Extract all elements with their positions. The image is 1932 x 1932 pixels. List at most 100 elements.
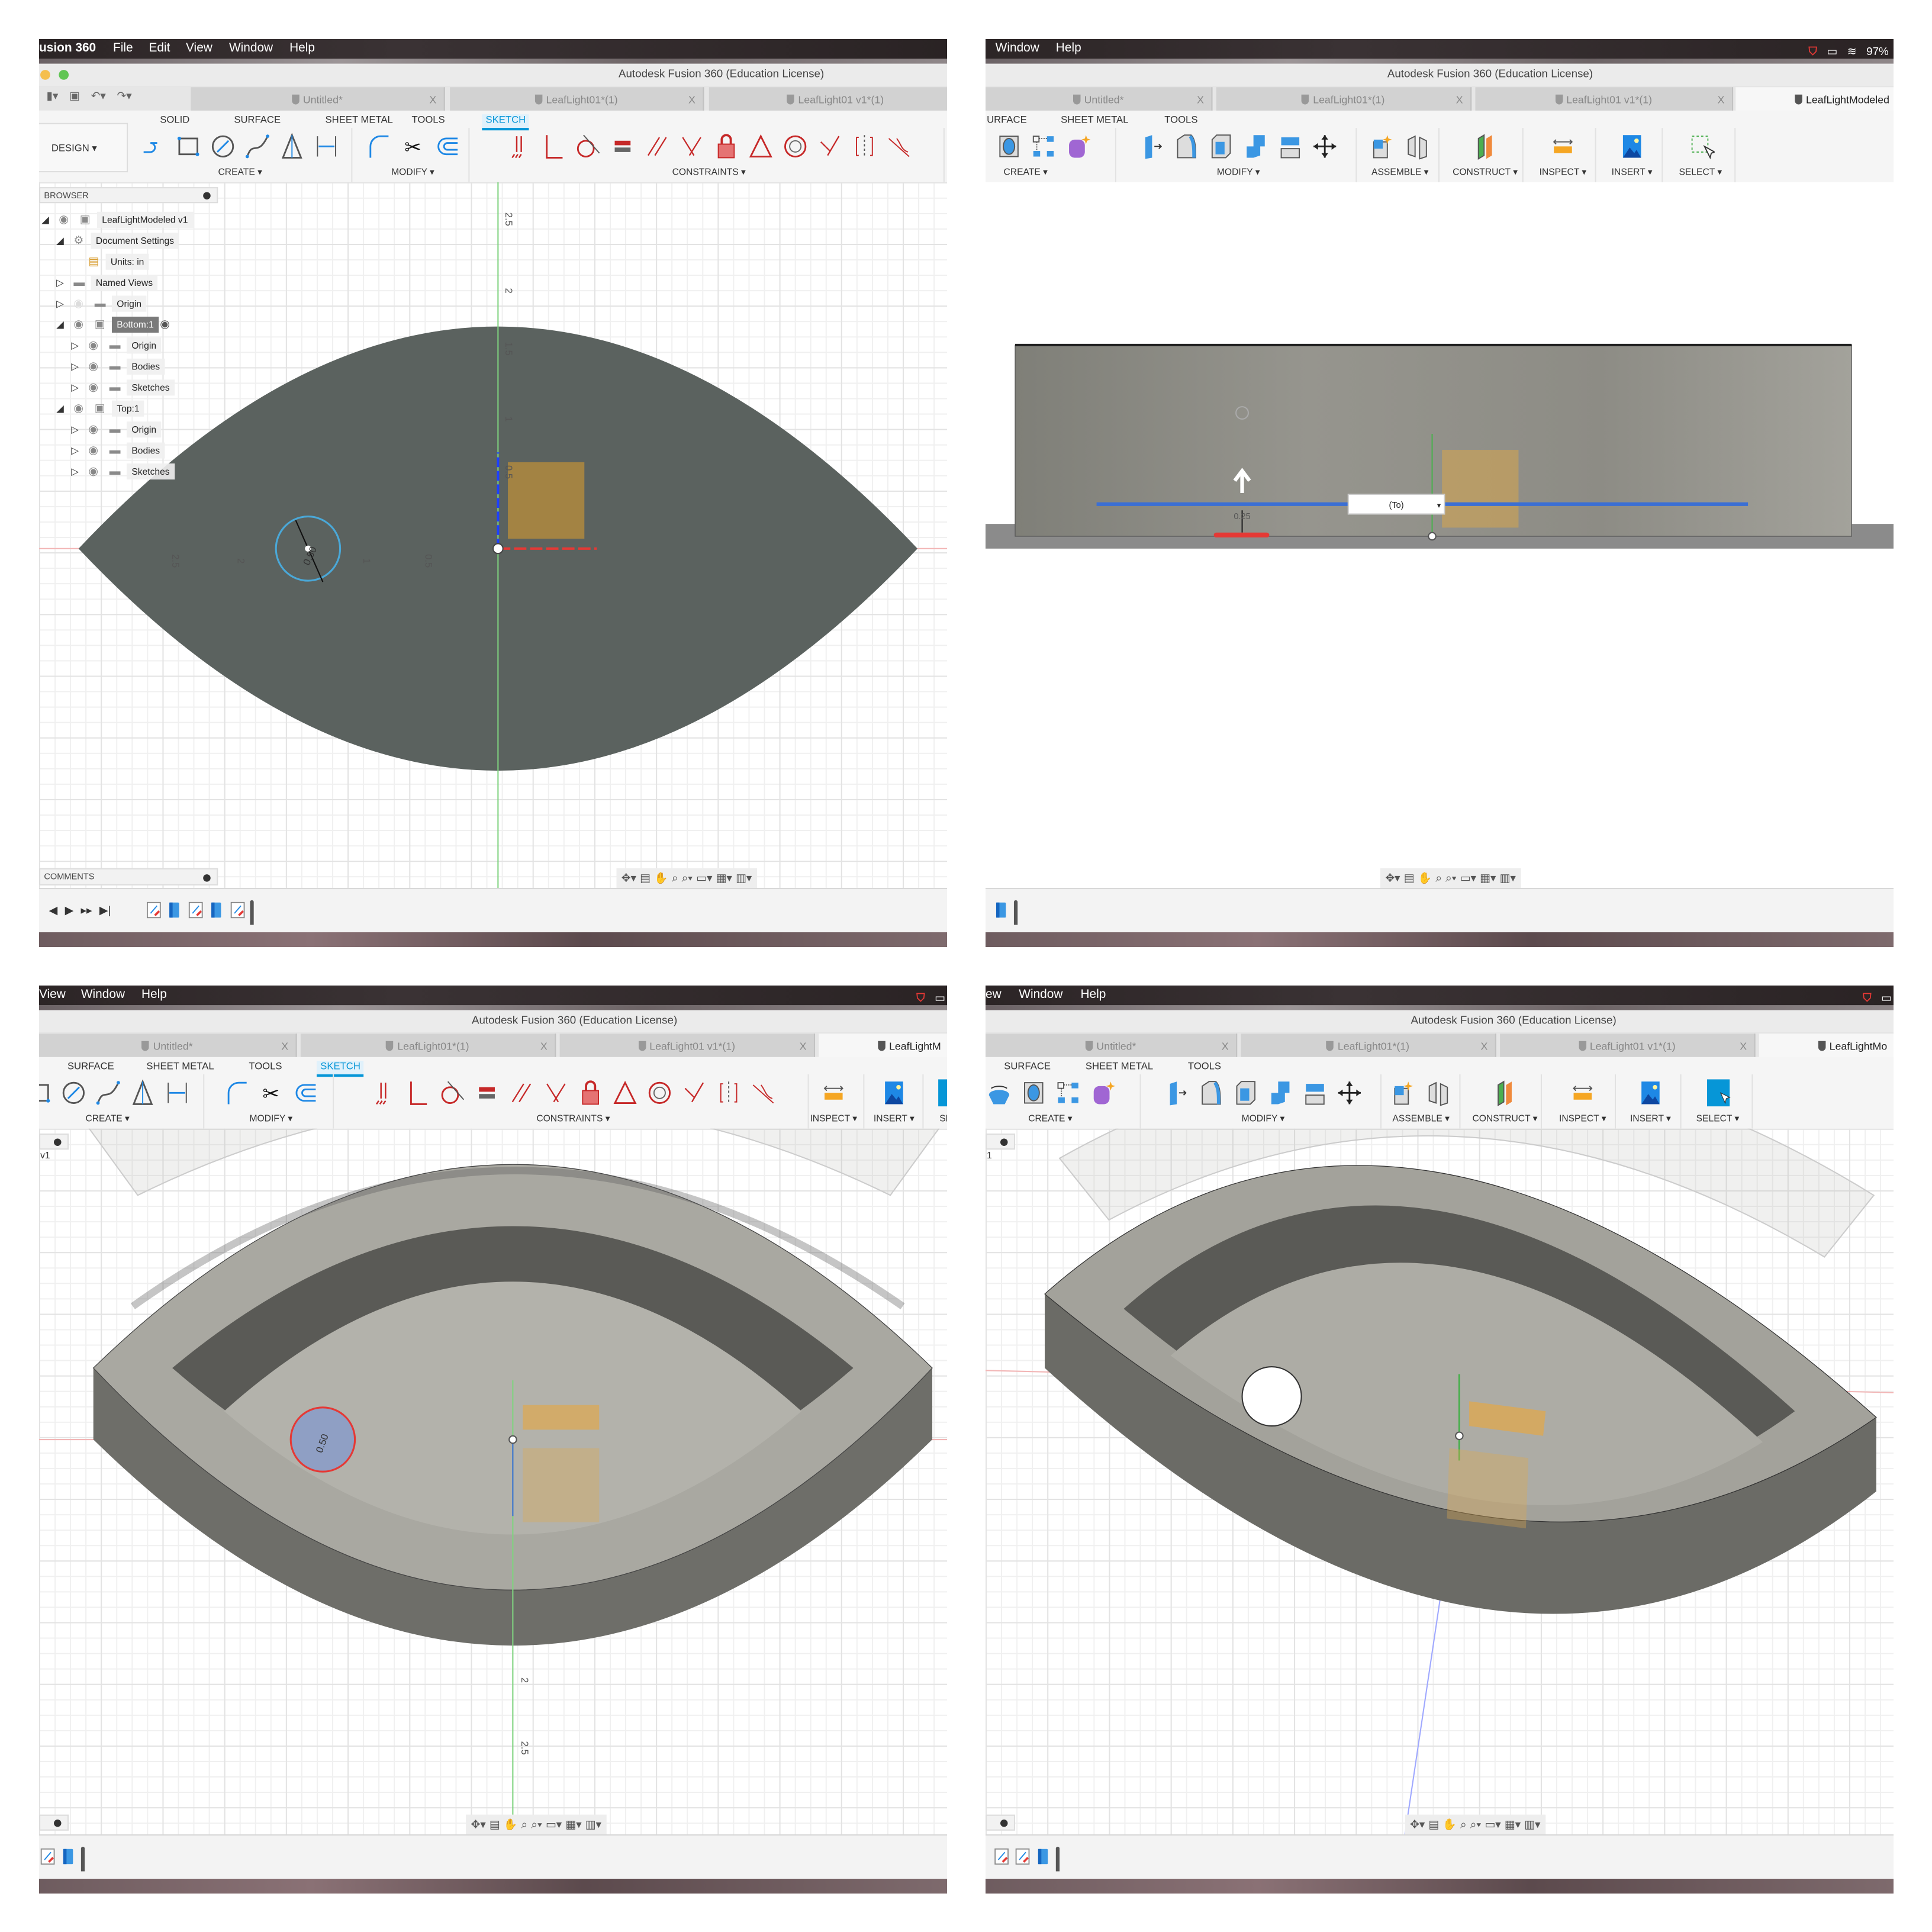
- browser-item[interactable]: ▷ ◉ ▬ Sketches: [39, 463, 224, 480]
- fit-icon[interactable]: ⌕▾: [1470, 1818, 1481, 1831]
- pattern-icon[interactable]: [1054, 1079, 1081, 1106]
- document-tab[interactable]: LeafLight01 v1*(1) X: [1475, 87, 1734, 111]
- combine-icon[interactable]: [1242, 133, 1270, 160]
- move-icon[interactable]: [1311, 133, 1338, 160]
- browser-item[interactable]: ▷ ◉ ▬ Bodies: [39, 442, 224, 459]
- ribbon-tab-sheet-metal[interactable]: SHEET METAL: [1057, 114, 1132, 128]
- close-tab-button[interactable]: X: [800, 1040, 807, 1052]
- visibility-eye-icon[interactable]: ◉: [88, 443, 98, 459]
- perpendicular-icon[interactable]: [542, 1079, 569, 1106]
- fix-icon[interactable]: [577, 1079, 604, 1106]
- collapsed-triangle-icon[interactable]: ▷: [71, 337, 79, 353]
- parallel-icon[interactable]: [508, 1079, 535, 1106]
- horizontal-vertical-icon[interactable]: [370, 1079, 397, 1106]
- timeline-sketch-icon[interactable]: [229, 900, 246, 920]
- orbit-icon[interactable]: ✥▾: [622, 871, 636, 885]
- trim-icon[interactable]: ✂: [257, 1079, 285, 1106]
- ribbon-tab-tools[interactable]: TOOLS: [1161, 114, 1202, 128]
- browser-item[interactable]: ▷ ◉ ▬ Sketches: [39, 379, 224, 396]
- rectangle-icon[interactable]: [175, 133, 202, 160]
- pattern-icon[interactable]: [1029, 133, 1057, 160]
- document-tab[interactable]: Untitled* X: [191, 87, 445, 111]
- select-active-icon[interactable]: [936, 1079, 948, 1107]
- collapse-browser-button[interactable]: [1000, 1138, 1008, 1146]
- canvas-viewport[interactable]: 2.5 2 1 0.5 2.5 2 1.5 1 0.5 0.50 BROWSER ◢ ◉ ▣ LeafLig…: [39, 182, 948, 888]
- collapsed-triangle-icon[interactable]: ▷: [71, 421, 79, 437]
- document-tab[interactable]: LeafLight01 v1*(1) X: [1500, 1033, 1756, 1057]
- insert-image-icon[interactable]: [1618, 133, 1646, 160]
- visibility-eye-icon[interactable]: ◉: [88, 359, 98, 375]
- ribbon-tab-tools[interactable]: TOOLS: [1184, 1061, 1225, 1074]
- tangent-icon[interactable]: [439, 1079, 466, 1106]
- minimize-button[interactable]: [40, 70, 50, 80]
- menu-window[interactable]: Window: [81, 986, 125, 1005]
- shell-icon[interactable]: [1208, 133, 1235, 160]
- close-tab-button[interactable]: X: [1718, 94, 1725, 106]
- browser-item[interactable]: ◢ ◉ ▣ Bottom:1 ◉: [39, 316, 224, 333]
- fit-icon[interactable]: ⌕▾: [531, 1818, 542, 1831]
- timeline-extrude-icon[interactable]: [60, 1847, 77, 1866]
- perpendicular-icon[interactable]: [678, 133, 706, 160]
- menu-window[interactable]: Window: [996, 39, 1039, 59]
- spline-icon[interactable]: [244, 133, 271, 160]
- comments-panel-collapsed[interactable]: [986, 1814, 1016, 1831]
- viewports-icon[interactable]: ▥▾: [585, 1818, 601, 1831]
- visibility-eye-icon[interactable]: ◉: [73, 296, 83, 312]
- collapsed-triangle-icon[interactable]: ▷: [71, 463, 79, 479]
- fix-icon[interactable]: [713, 133, 740, 160]
- document-tab[interactable]: Untitled* X: [39, 1033, 297, 1057]
- new-component-icon[interactable]: [1390, 1079, 1418, 1106]
- shell-icon[interactable]: [1232, 1079, 1260, 1106]
- visibility-eye-icon[interactable]: ◉: [59, 212, 68, 228]
- symmetry-icon[interactable]: [851, 133, 878, 160]
- collapse-browser-button[interactable]: [54, 1138, 62, 1146]
- viewports-icon[interactable]: ▥▾: [1500, 871, 1516, 885]
- timeline-extrude-icon[interactable]: [1035, 1847, 1052, 1866]
- look-at-icon[interactable]: ▤: [490, 1818, 500, 1831]
- look-at-icon[interactable]: ▤: [1428, 1818, 1439, 1831]
- model-scene[interactable]: 0.5022.5: [39, 1128, 948, 1834]
- toolbar-group-menu[interactable]: SELECT ▾: [1642, 166, 1759, 178]
- timeline-extrude-icon[interactable]: [166, 900, 183, 920]
- expanded-triangle-icon[interactable]: ◢: [56, 401, 64, 417]
- close-tab-button[interactable]: X: [540, 1040, 548, 1052]
- timeline-marker[interactable]: [1055, 1846, 1060, 1872]
- visibility-eye-icon[interactable]: ◉: [88, 463, 98, 479]
- dimension-icon[interactable]: [313, 133, 340, 160]
- menu-ew[interactable]: ew: [986, 986, 1002, 1005]
- insert-image-icon[interactable]: [1637, 1079, 1664, 1106]
- trim-icon[interactable]: ✂: [400, 133, 427, 160]
- collinear-icon[interactable]: [816, 133, 843, 160]
- document-tab[interactable]: LeafLightM: [819, 1033, 948, 1057]
- select-active-icon[interactable]: [1704, 1079, 1731, 1107]
- expanded-triangle-icon[interactable]: ◢: [56, 233, 64, 249]
- coincident-icon[interactable]: [404, 1079, 432, 1106]
- document-tab[interactable]: LeafLight01*(1) X: [1216, 87, 1472, 111]
- ribbon-tab-sheet-metal[interactable]: SHEET METAL: [1082, 1061, 1157, 1074]
- orbit-icon[interactable]: ✥▾: [1385, 871, 1400, 885]
- document-tab[interactable]: LeafLightMo: [1759, 1033, 1894, 1057]
- tangent-icon[interactable]: [575, 133, 602, 160]
- visibility-eye-icon[interactable]: ◉: [73, 401, 83, 417]
- grid-settings-icon[interactable]: ▦▾: [1480, 871, 1496, 885]
- document-tab[interactable]: Untitled* X: [986, 1033, 1238, 1057]
- ribbon-tab-sheet-metal[interactable]: SHEET METAL: [143, 1061, 218, 1074]
- pan-icon[interactable]: ✋: [1418, 871, 1432, 885]
- expand-comments-button[interactable]: [1000, 1819, 1008, 1827]
- display-settings-icon[interactable]: ▭▾: [1460, 871, 1476, 885]
- offset-icon[interactable]: [434, 133, 461, 160]
- timeline-sketch-icon[interactable]: [145, 900, 162, 920]
- browser-panel-collapsed[interactable]: [986, 1134, 1016, 1150]
- viewports-icon[interactable]: ▥▾: [736, 871, 752, 885]
- timeline-marker[interactable]: [1013, 900, 1018, 925]
- grid-settings-icon[interactable]: ▦▾: [1505, 1818, 1521, 1831]
- dropdown-caret-icon[interactable]: ▾: [1437, 501, 1441, 510]
- look-at-icon[interactable]: ▤: [1404, 871, 1415, 885]
- timeline-sketch-icon[interactable]: [993, 1847, 1010, 1866]
- spline-icon[interactable]: [94, 1079, 121, 1106]
- pan-icon[interactable]: ✋: [654, 871, 668, 885]
- expanded-triangle-icon[interactable]: ◢: [56, 317, 64, 333]
- close-tab-button[interactable]: X: [1197, 94, 1204, 106]
- zoom-icon[interactable]: ⌕: [672, 871, 678, 885]
- curvature-icon[interactable]: [886, 133, 913, 160]
